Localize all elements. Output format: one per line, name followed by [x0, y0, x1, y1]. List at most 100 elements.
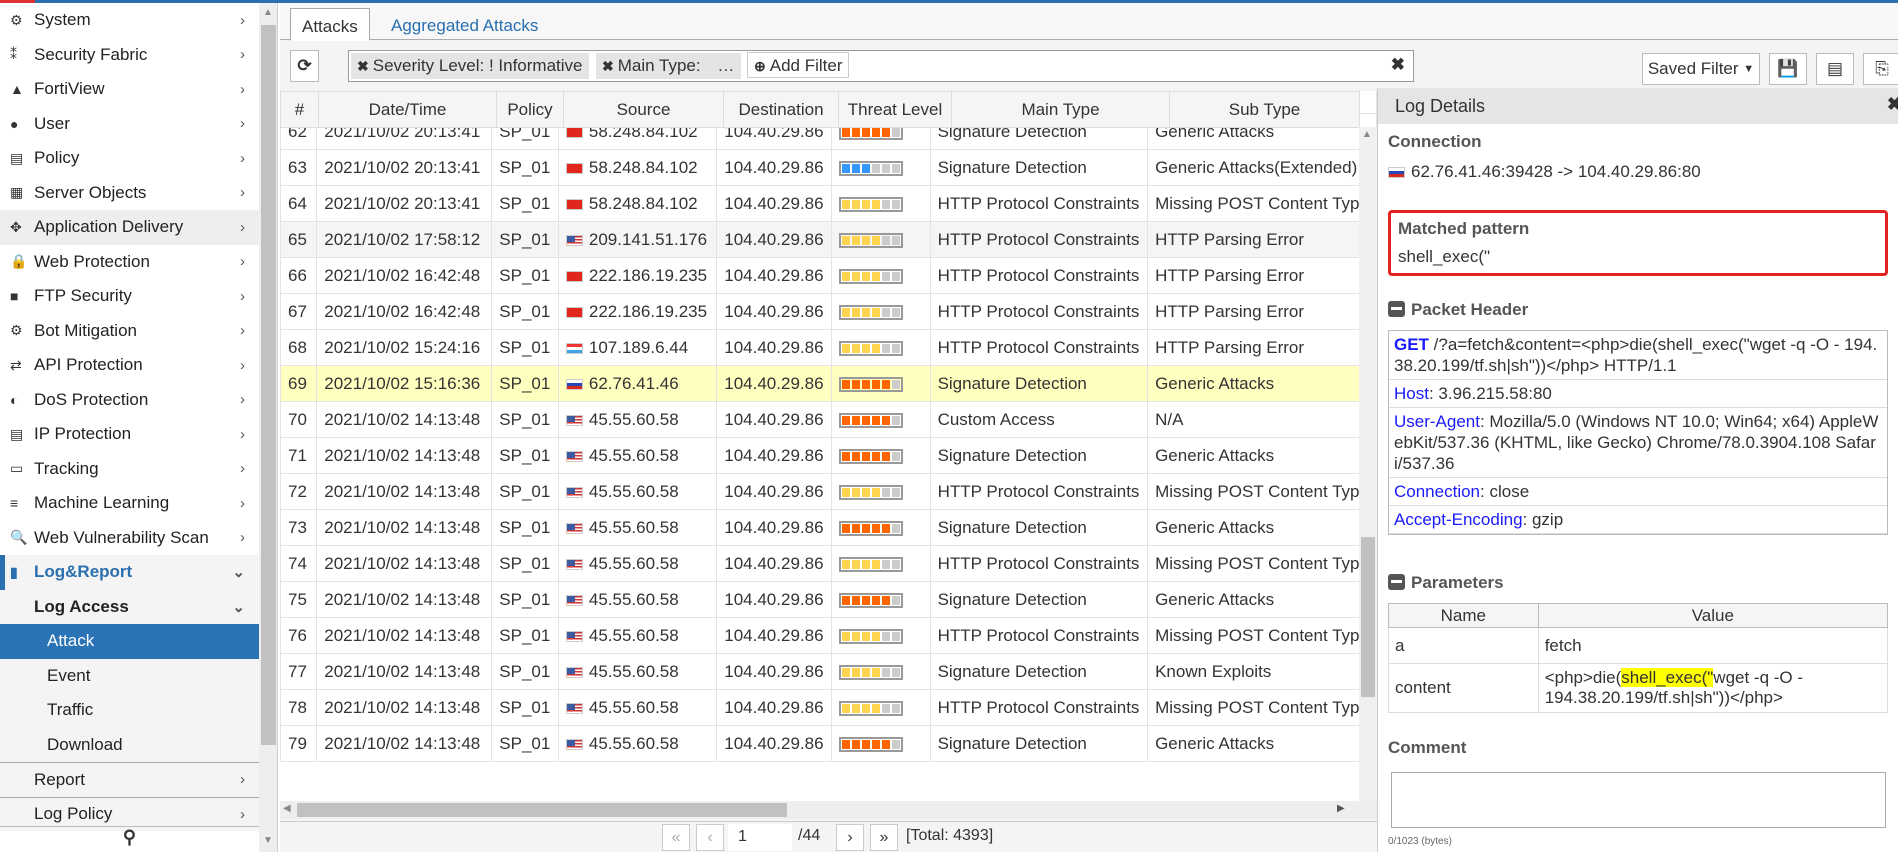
next-page-button[interactable]: ›	[836, 824, 864, 851]
sidebar-search-icon[interactable]: ⚲	[0, 826, 259, 852]
table-row[interactable]: 74 2021/10/02 14:13:48 SP_01 45.55.60.58…	[280, 545, 1377, 582]
scroll-up-icon[interactable]: ▲	[1362, 129, 1372, 140]
scroll-left-icon[interactable]: ◀	[283, 803, 291, 814]
remove-filter-icon[interactable]: ✖	[602, 58, 614, 74]
refresh-button[interactable]: ⟳	[290, 50, 319, 82]
filter-chip-main-type[interactable]: ✖ Main Type: …	[596, 53, 741, 79]
table-row[interactable]: 67 2021/10/02 16:42:48 SP_01 222.186.19.…	[280, 293, 1377, 330]
prev-page-button[interactable]: ‹	[696, 824, 724, 851]
sidebar-item-fortiview[interactable]: ▲ FortiView ›	[0, 72, 259, 107]
filter-chip-severity[interactable]: ✖ Severity Level: ! Informative	[351, 53, 589, 79]
page-number-input[interactable]: 1	[728, 824, 792, 851]
column-header[interactable]: Policy	[496, 91, 564, 128]
sidebar-item-ip-protection[interactable]: ▤ IP Protection ›	[0, 417, 259, 452]
last-page-button[interactable]: »	[870, 824, 898, 851]
scroll-right-icon[interactable]: ▶	[1337, 803, 1345, 814]
sidebar-item-ftp-security[interactable]: ■ FTP Security ›	[0, 279, 259, 314]
chevron-down-icon: ⌄	[232, 564, 245, 582]
table-row[interactable]: 71 2021/10/02 14:13:48 SP_01 45.55.60.58…	[280, 437, 1377, 474]
threat-segment	[881, 379, 890, 389]
table-row[interactable]: 77 2021/10/02 14:13:48 SP_01 45.55.60.58…	[280, 653, 1377, 690]
sidebar-item-system[interactable]: ⚙ System ›	[0, 3, 259, 38]
source-ip: 45.55.60.58	[588, 697, 679, 717]
sidebar-item-machine-learning[interactable]: ≡ Machine Learning ›	[0, 486, 259, 521]
table-row[interactable]: 65 2021/10/02 17:58:12 SP_01 209.141.51.…	[280, 221, 1377, 258]
add-filter-button[interactable]: ⊕ Add Filter	[747, 52, 850, 78]
close-icon[interactable]: ✖	[1887, 94, 1898, 115]
saved-filter-dropdown[interactable]: Saved Filter ▼	[1642, 53, 1760, 85]
column-header[interactable]: Date/Time	[318, 91, 497, 128]
first-page-button[interactable]: «	[662, 824, 690, 851]
sidebar-item-tracking[interactable]: ▭ Tracking ›	[0, 452, 259, 487]
sidebar-item-dos-protection[interactable]: ◐ DoS Protection ›	[0, 383, 259, 418]
sidebar-item-user[interactable]: ● User ›	[0, 107, 259, 142]
scrollbar-thumb[interactable]	[297, 803, 787, 817]
scroll-up-icon[interactable]: ▲	[263, 7, 273, 18]
sidebar-item-web-vulnerability-scan[interactable]: 🔍 Web Vulnerability Scan ›	[0, 521, 259, 556]
column-header[interactable]: Threat Level	[838, 91, 952, 128]
parameters-toggle[interactable]: Parameters	[1388, 573, 1888, 593]
table-row[interactable]: 78 2021/10/02 14:13:48 SP_01 45.55.60.58…	[280, 689, 1377, 726]
pdf-button[interactable]: ⎘	[1863, 53, 1898, 85]
sidebar-item-api-protection[interactable]: ⇄ API Protection ›	[0, 348, 259, 383]
sidebar-item-security-fabric[interactable]: ⁑ Security Fabric ›	[0, 38, 259, 73]
sub-type: Missing POST Content Type	[1147, 617, 1377, 654]
column-header[interactable]: #	[280, 91, 319, 128]
sidebar-item-web-protection[interactable]: 🔒 Web Protection ›	[0, 245, 259, 280]
table-row[interactable]: 63 2021/10/02 20:13:41 SP_01 58.248.84.1…	[280, 149, 1377, 186]
table-row[interactable]: 72 2021/10/02 14:13:48 SP_01 45.55.60.58…	[280, 473, 1377, 510]
sidebar-item-label: Log Access	[34, 596, 129, 616]
table-row[interactable]: 75 2021/10/02 14:13:48 SP_01 45.55.60.58…	[280, 581, 1377, 618]
sidebar-item-download[interactable]: Download	[0, 727, 259, 762]
sidebar-item-traffic[interactable]: Traffic	[0, 693, 259, 728]
tab-aggregated-attacks[interactable]: Aggregated Attacks	[380, 8, 549, 41]
sidebar-item-log-access[interactable]: Log Access ⌄	[0, 589, 259, 624]
collapse-icon[interactable]	[1388, 301, 1405, 317]
table-row[interactable]: 66 2021/10/02 16:42:48 SP_01 222.186.19.…	[280, 257, 1377, 294]
column-header[interactable]: Sub Type	[1169, 91, 1360, 128]
export-button[interactable]: ▤	[1816, 53, 1854, 85]
filter-bar[interactable]: ✖ Severity Level: ! Informative ✖ Main Typ…	[348, 50, 1414, 82]
row-number: 64	[280, 185, 318, 222]
threat-segment	[891, 163, 900, 173]
sidebar-item-policy[interactable]: ▤ Policy ›	[0, 141, 259, 176]
table-row[interactable]: 70 2021/10/02 14:13:48 SP_01 45.55.60.58…	[280, 401, 1377, 438]
table-row[interactable]: 69 2021/10/02 15:16:36 SP_01 62.76.41.46…	[280, 365, 1377, 402]
sidebar-item-application-delivery[interactable]: ✥ Application Delivery ›	[0, 210, 259, 245]
remove-filter-icon[interactable]: ✖	[357, 58, 369, 74]
save-button[interactable]: 💾	[1769, 53, 1807, 85]
table-row[interactable]: 76 2021/10/02 14:13:48 SP_01 45.55.60.58…	[280, 617, 1377, 654]
table-horizontal-scrollbar[interactable]: ◀ ▶	[280, 801, 1377, 819]
sidebar-item-event[interactable]: Event	[0, 658, 259, 693]
packet-header-toggle[interactable]: Packet Header	[1388, 300, 1888, 320]
scroll-down-icon[interactable]: ▼	[263, 835, 273, 846]
chevron-right-icon: ›	[240, 805, 245, 823]
tab-attacks[interactable]: Attacks	[290, 8, 370, 41]
comment-textarea[interactable]	[1391, 772, 1886, 828]
table-row[interactable]: 68 2021/10/02 15:24:16 SP_01 107.189.6.4…	[280, 329, 1377, 366]
threat-level-bar	[838, 412, 903, 428]
column-header[interactable]: Main Type	[951, 91, 1170, 128]
date-time: 2021/10/02 15:16:36	[316, 365, 493, 402]
policy: SP_01	[491, 473, 559, 510]
chevron-right-icon: ›	[240, 218, 245, 236]
collapse-icon[interactable]	[1388, 574, 1405, 590]
destination: 104.40.29.86	[716, 545, 832, 582]
sidebar-scrollbar[interactable]: ▲ ▼	[259, 3, 278, 852]
sidebar-item-report[interactable]: Report ›	[0, 762, 259, 797]
table-row[interactable]: 64 2021/10/02 20:13:41 SP_01 58.248.84.1…	[280, 185, 1377, 222]
sidebar-item-bot-mitigation[interactable]: ⚙ Bot Mitigation ›	[0, 314, 259, 349]
column-header[interactable]: Destination	[723, 91, 839, 128]
column-header[interactable]: Source	[563, 91, 724, 128]
scrollbar-thumb[interactable]	[261, 25, 276, 745]
table-vertical-scrollbar[interactable]: ▲	[1359, 127, 1377, 801]
sidebar-item-server-objects[interactable]: ▦ Server Objects ›	[0, 176, 259, 211]
sidebar-item-label: Report	[34, 769, 86, 789]
threat-segment	[871, 631, 880, 641]
clear-filters-icon[interactable]: ✖	[1391, 55, 1405, 75]
table-row[interactable]: 79 2021/10/02 14:13:48 SP_01 45.55.60.58…	[280, 725, 1377, 762]
scrollbar-thumb[interactable]	[1361, 537, 1375, 697]
sidebar-item-log-report[interactable]: ▮ Log&Report ⌄	[0, 555, 259, 590]
sidebar-item-attack[interactable]: Attack	[0, 624, 259, 659]
table-row[interactable]: 73 2021/10/02 14:13:48 SP_01 45.55.60.58…	[280, 509, 1377, 546]
